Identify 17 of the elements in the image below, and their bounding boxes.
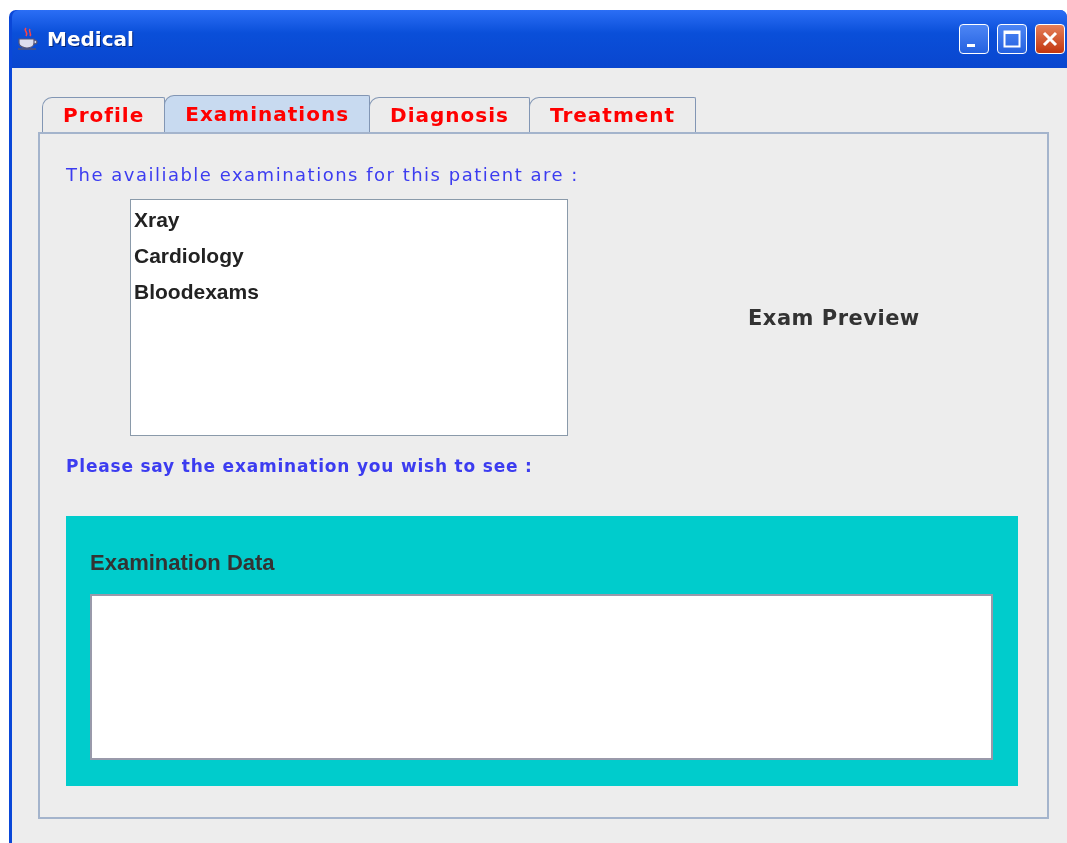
- maximize-icon: [1003, 30, 1021, 48]
- minimize-icon: [967, 43, 975, 47]
- coffee-cup-icon: [17, 27, 39, 51]
- list-item[interactable]: Cardiology: [134, 238, 564, 274]
- preview-label: Exam Preview: [748, 305, 920, 330]
- close-icon: [1041, 30, 1059, 48]
- panel-title: Examination Data: [90, 550, 276, 576]
- minimize-button[interactable]: [959, 24, 989, 54]
- examination-list[interactable]: Xray Cardiology Bloodexams: [130, 199, 568, 436]
- close-button[interactable]: [1035, 24, 1065, 54]
- maximize-button[interactable]: [997, 24, 1027, 54]
- list-item[interactable]: Bloodexams: [134, 274, 564, 310]
- data-text-area[interactable]: [90, 594, 993, 760]
- window-title: Medical: [47, 27, 135, 51]
- prompt-label: Please say the examination you wish to see :: [66, 456, 534, 476]
- list-label: The availiable examinations for this patient are :: [66, 164, 580, 185]
- list-item[interactable]: Xray: [134, 202, 564, 238]
